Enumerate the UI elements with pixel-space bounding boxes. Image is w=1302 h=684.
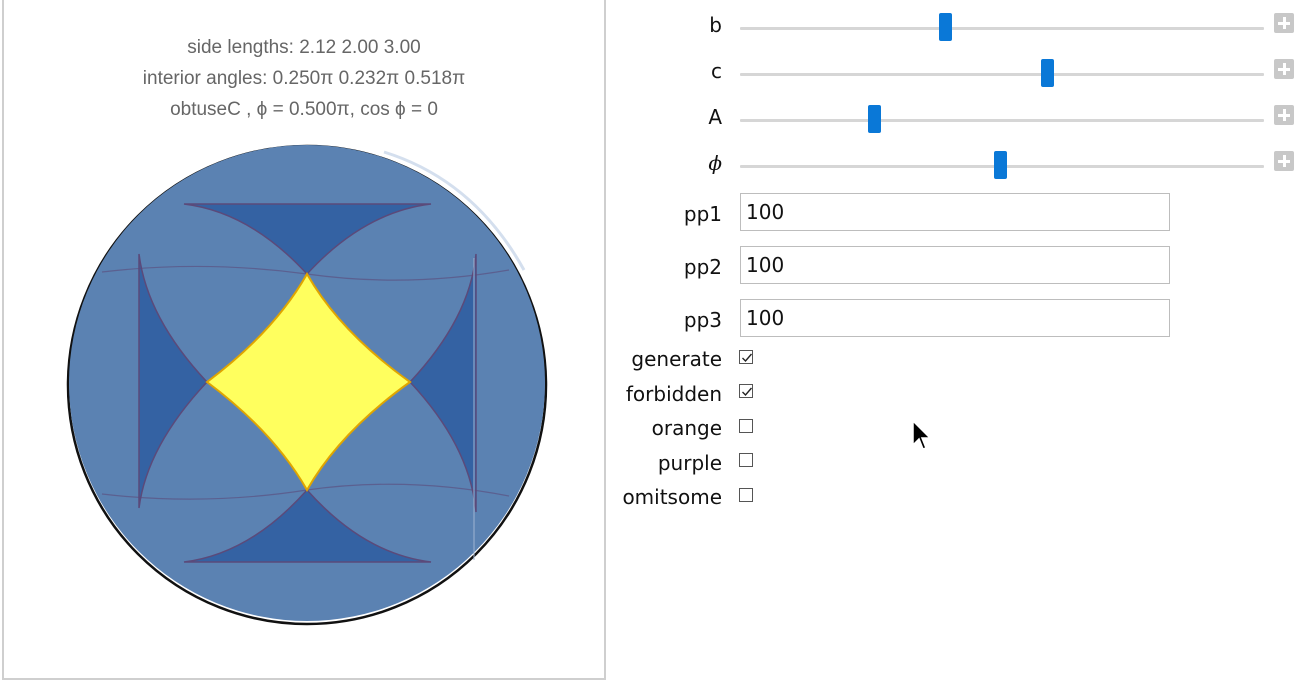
checkbox-label-omitsome: omitsome — [622, 485, 722, 509]
checkbox-label-generate: generate — [631, 347, 722, 371]
slider-label-phi: ϕ — [708, 151, 722, 175]
forbidden-checkbox[interactable] — [739, 384, 753, 398]
slider-thumb-c[interactable] — [1041, 59, 1055, 87]
checkbox-label-purple: purple — [657, 451, 722, 475]
slider-plus-phi-button[interactable] — [1274, 151, 1294, 171]
orange-checkbox[interactable] — [739, 419, 753, 433]
pp3-input[interactable]: 100 — [740, 299, 1170, 337]
field-label-pp2: pp2 — [683, 255, 722, 279]
caption-angle-phi: obtuseC , ϕ = 0.500π, cos ϕ = 0 — [170, 99, 438, 120]
pp2-input[interactable]: 100 — [740, 246, 1170, 284]
field-label-pp3: pp3 — [683, 308, 722, 332]
check-icon — [742, 387, 753, 397]
slider-thumb-phi[interactable] — [993, 151, 1007, 179]
slider-thumb-b[interactable] — [939, 13, 953, 41]
omitsome-checkbox[interactable] — [739, 488, 753, 502]
plot-panel: side lengths: 2.12 2.00 3.00 interior an… — [2, 0, 606, 680]
slider-track-c[interactable] — [740, 73, 1264, 76]
slider-track-a[interactable] — [740, 119, 1264, 122]
slider-track-b[interactable] — [740, 27, 1264, 30]
purple-checkbox[interactable] — [739, 453, 753, 467]
slider-label-b: b — [709, 13, 722, 37]
checkbox-label-orange: orange — [651, 416, 722, 440]
slider-plus-b-button[interactable] — [1274, 13, 1294, 33]
pp1-input[interactable]: 100 — [740, 193, 1170, 231]
checkbox-label-forbidden: forbidden — [625, 382, 722, 406]
geometry-plot: side lengths: 2.12 2.00 3.00 interior an… — [66, 37, 548, 626]
caption-side-lengths: side lengths: 2.12 2.00 3.00 — [187, 37, 420, 58]
slider-label-a: A — [708, 105, 722, 129]
field-label-pp1: pp1 — [683, 202, 722, 226]
generate-checkbox[interactable] — [739, 350, 753, 364]
mouse-cursor-icon — [912, 420, 932, 450]
check-icon — [742, 353, 753, 363]
slider-label-c: c — [711, 59, 722, 83]
slider-plus-a-button[interactable] — [1274, 105, 1294, 125]
caption-interior-angles: interior angles: 0.250π 0.232π 0.518π — [143, 68, 465, 89]
slider-plus-c-button[interactable] — [1274, 59, 1294, 79]
slider-thumb-a[interactable] — [867, 105, 881, 133]
